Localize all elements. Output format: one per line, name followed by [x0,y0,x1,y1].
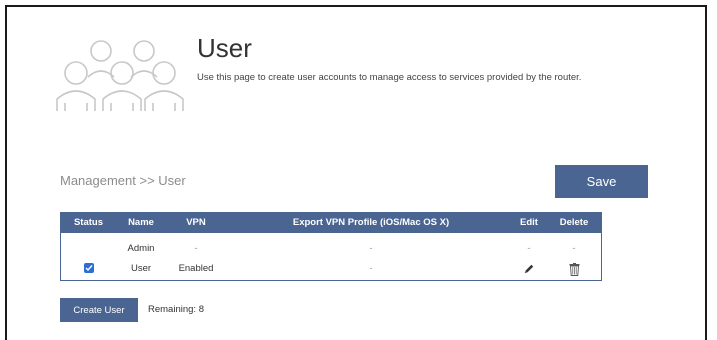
table-cell-edit [509,259,549,279]
page-description: Use this page to create user accounts to… [197,72,582,83]
column-header-name: Name [128,217,154,228]
table-cell-delete [554,259,594,279]
column-header-status: Status [73,217,104,228]
trash-icon[interactable] [569,262,580,276]
table-cell-export: - [369,243,373,254]
create-user-button[interactable]: Create User [60,298,138,322]
column-header-edit: Edit [520,217,538,228]
page-frame: User Use this page to create user accoun… [5,5,707,340]
user-table: Status Name VPN Export VPN Profile (iOS/… [60,212,602,281]
column-header-export: Export VPN Profile (iOS/Mac OS X) [292,217,450,228]
table-cell-name: Admin [127,243,155,254]
table-cell-vpn: - [194,243,198,254]
table-cell-delete: - [572,243,576,254]
save-button[interactable]: Save [555,165,648,198]
table-cell-vpn: Enabled [178,263,214,274]
remaining-count: Remaining: 8 [148,304,204,315]
table-cell-export: - [369,263,373,274]
check-icon [85,265,93,272]
table-cell-status [61,259,116,279]
breadcrumb: Management >> User [60,173,186,188]
table-cell-name: User [130,263,152,274]
column-header-delete: Delete [559,217,589,228]
users-group-icon [56,40,184,111]
table-header: Status Name VPN Export VPN Profile (iOS/… [61,213,601,233]
column-header-vpn: VPN [186,217,206,228]
page-title: User [197,33,252,63]
table-cell-edit: - [527,243,531,254]
pencil-icon[interactable] [523,263,535,275]
status-checkbox[interactable] [83,263,94,274]
